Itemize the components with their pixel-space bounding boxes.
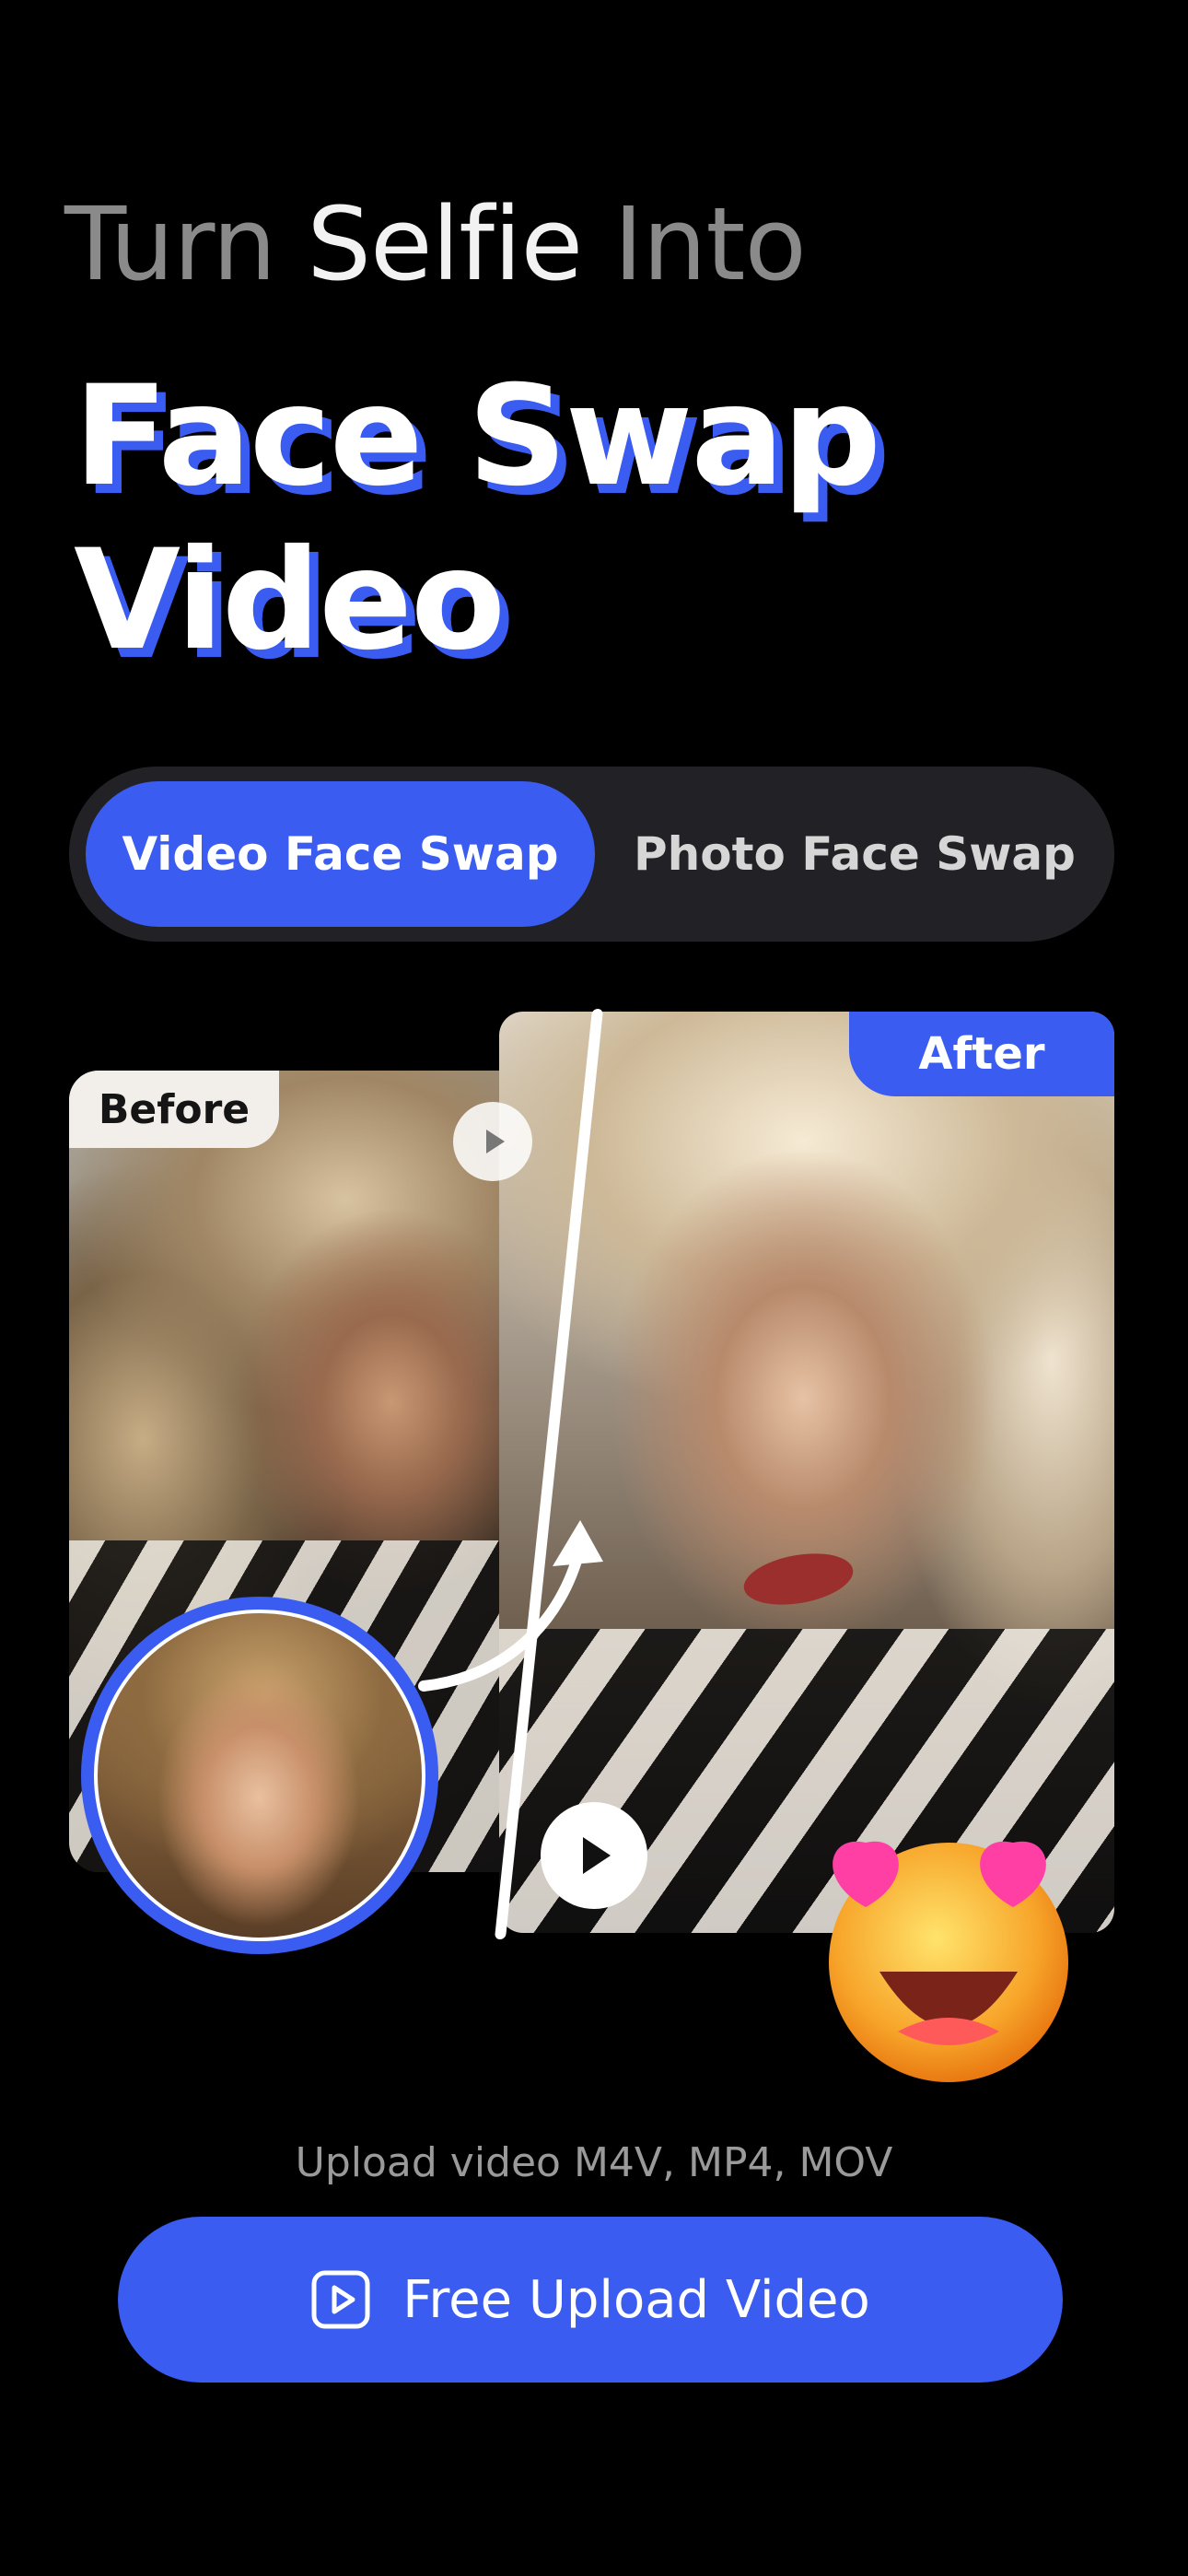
pre-title-into: Into bbox=[582, 185, 807, 303]
play-icon-before[interactable] bbox=[453, 1102, 532, 1181]
after-lips bbox=[740, 1545, 857, 1613]
hero-title-line2: Video bbox=[74, 521, 506, 681]
pre-title-turn: Turn bbox=[64, 185, 308, 303]
play-icon-after[interactable] bbox=[541, 1802, 647, 1909]
after-image bbox=[499, 1012, 1114, 1933]
pre-title-selfie: Selfie bbox=[307, 185, 583, 303]
source-face-avatar bbox=[81, 1597, 438, 1954]
mode-segmented-control: Video Face Swap Photo Face Swap bbox=[69, 767, 1114, 942]
pre-title: Turn Selfie Into bbox=[64, 189, 807, 299]
hero-title-line1: Face Swap bbox=[74, 357, 881, 517]
hero-title: Face Swap Video bbox=[74, 355, 881, 683]
play-icon bbox=[583, 1837, 611, 1874]
tab-photo-face-swap[interactable]: Photo Face Swap bbox=[595, 781, 1114, 927]
free-upload-video-label: Free Upload Video bbox=[402, 2269, 870, 2330]
play-icon bbox=[486, 1130, 505, 1153]
swap-arrow-icon bbox=[418, 1520, 603, 1692]
heart-eyes-emoji-icon bbox=[829, 1841, 1068, 2082]
upload-format-hint: Upload video M4V, MP4, MOV bbox=[295, 2139, 893, 2186]
video-upload-icon bbox=[311, 2270, 370, 2329]
before-label: Before bbox=[69, 1071, 279, 1148]
tab-video-face-swap[interactable]: Video Face Swap bbox=[86, 781, 595, 927]
after-label: After bbox=[849, 1012, 1114, 1096]
source-face-photo bbox=[94, 1610, 425, 1941]
free-upload-video-button[interactable]: Free Upload Video bbox=[118, 2217, 1063, 2383]
